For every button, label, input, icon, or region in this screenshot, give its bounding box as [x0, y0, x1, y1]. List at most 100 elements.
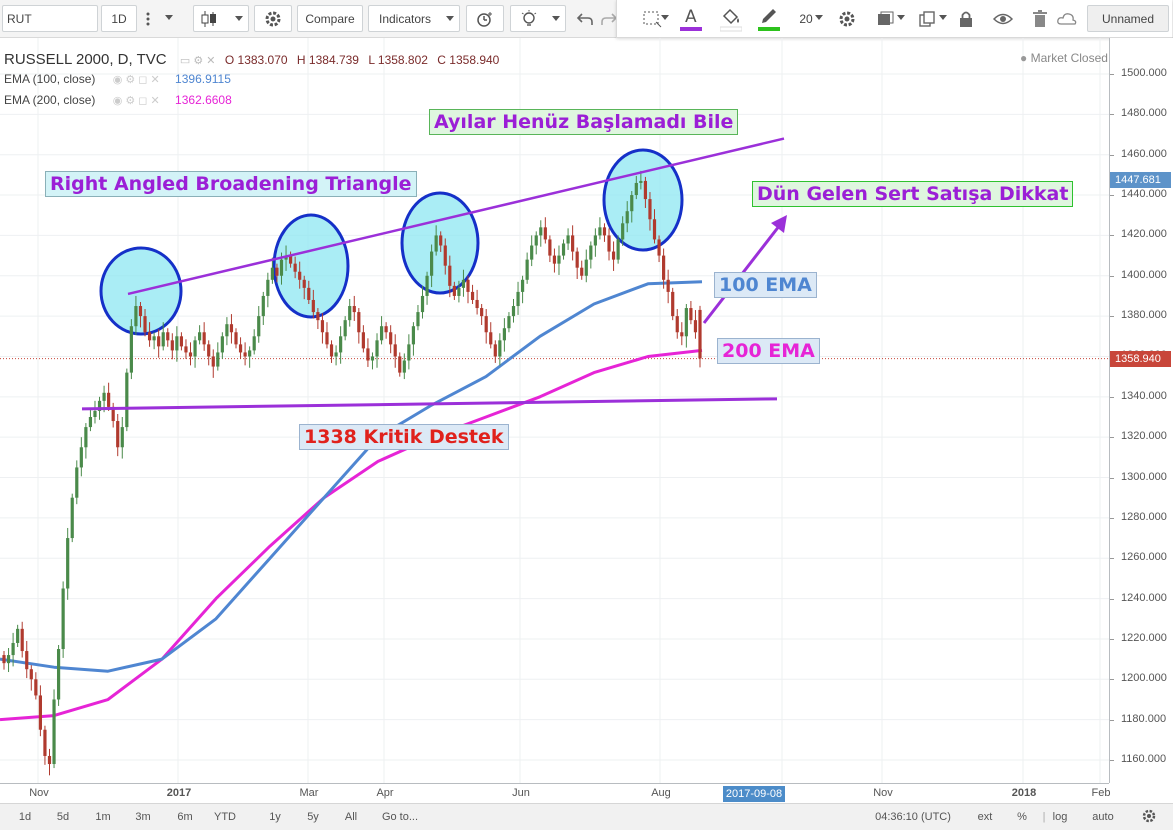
time-scale[interactable]: 2017-09-08 Nov 2017 Mar Apr Jun Aug Nov 2018 Feb [0, 783, 1110, 803]
interval-menu-button[interactable] [138, 5, 158, 32]
interval-label: 1D [111, 11, 127, 26]
time-tick: Apr [376, 787, 394, 799]
candle-body [657, 239, 661, 256]
range-button-3m[interactable]: 3m [128, 809, 158, 826]
candle-body [293, 263, 297, 272]
candle-body [261, 295, 265, 317]
delete-button[interactable] [1027, 5, 1053, 32]
ext-toggle[interactable]: ext [974, 809, 996, 826]
candle-body [152, 336, 156, 341]
line-color-button[interactable] [755, 5, 783, 32]
text-color-button[interactable]: A [677, 5, 705, 32]
candle-body [2, 655, 6, 664]
range-button-6m[interactable]: 6m [170, 809, 200, 826]
ema200-legend-controls[interactable]: ◉ ⚙ ◻ ✕ [113, 94, 160, 107]
compare-button[interactable]: Compare [297, 5, 363, 32]
price-scale[interactable]: 1500.000 1480.000 1460.000 1440.000 1420.000… [1109, 38, 1173, 783]
candle-body [439, 235, 443, 246]
candle-body [207, 344, 211, 357]
candle-body [29, 669, 33, 680]
goto-date-button[interactable]: Go to... [378, 809, 422, 826]
candle-body [557, 255, 561, 264]
price-tick: 1420.000 [1121, 228, 1167, 241]
annotation-warning[interactable]: Dün Gelen Sert Satışa Dikkat [752, 181, 1074, 207]
range-button-5d[interactable]: 5d [48, 809, 78, 826]
candle-body [138, 306, 143, 317]
candle-body [343, 320, 347, 337]
annotation-ema200[interactable]: 200 EMA [717, 338, 820, 364]
candle-body [229, 324, 234, 333]
settings-button[interactable] [254, 5, 292, 32]
range-button-1d[interactable]: 1d [10, 809, 40, 826]
interval-dropdown[interactable] [158, 5, 178, 32]
ema100-name: EMA (100, close) [4, 72, 96, 86]
annotation-ema100[interactable]: 100 EMA [714, 272, 817, 298]
annotation-support[interactable]: 1338 Kritik Destek [299, 424, 509, 450]
fill-color-button[interactable] [717, 5, 745, 32]
annotation-triangle[interactable]: Right Angled Broadening Triangle [45, 171, 417, 197]
candlesticks [2, 170, 702, 776]
annotation-title-top[interactable]: Ayılar Henüz Başlamadı Bile [429, 109, 739, 135]
candle-body [652, 219, 657, 240]
price-chart[interactable] [0, 38, 1109, 783]
log-toggle[interactable]: log [1050, 809, 1070, 826]
cursor-date-label: 2017-09-08 [723, 786, 785, 802]
drawing-toolbar: A 20 Unnamed [616, 0, 1172, 38]
legend-controls[interactable]: ▭ ⚙ ✕ [180, 54, 216, 67]
candle-body [498, 340, 502, 357]
line-width-label: 20 [799, 11, 813, 26]
indicators-button[interactable]: Indicators [368, 5, 460, 32]
range-button-1m[interactable]: 1m [88, 809, 118, 826]
candle-body [34, 679, 38, 696]
clock[interactable]: 04:36:10 (UTC) [872, 809, 954, 826]
candle-body [75, 467, 79, 498]
visual-order-button[interactable] [869, 5, 905, 32]
lightbulb-icon [521, 10, 537, 26]
select-area-button[interactable] [637, 5, 669, 32]
layout-name-button[interactable]: Unnamed [1087, 5, 1169, 32]
candle-body [47, 755, 52, 765]
price-tick-mark [1110, 679, 1114, 681]
candle-body [593, 235, 597, 246]
auto-toggle[interactable]: auto [1090, 809, 1116, 826]
range-button-1y[interactable]: 1y [260, 809, 290, 826]
time-tick: Aug [651, 787, 671, 799]
undo-button[interactable] [572, 5, 598, 32]
percent-toggle[interactable]: % [1015, 809, 1029, 826]
candle-body [161, 332, 165, 347]
clone-button[interactable] [911, 5, 947, 32]
range-button-all[interactable]: All [336, 809, 366, 826]
candle-body [607, 235, 611, 252]
price-tick-mark [1110, 558, 1114, 560]
symbol-search-input[interactable]: RUT [2, 5, 98, 32]
ema100-legend: EMA (100, close) ◉ ⚙ ◻ ✕ 1396.9115 [4, 72, 231, 86]
ema100-legend-controls[interactable]: ◉ ⚙ ◻ ✕ [113, 73, 160, 86]
price-tick: 1480.000 [1121, 107, 1167, 120]
candle-body [170, 340, 174, 351]
interval-button[interactable]: 1D [101, 5, 137, 32]
range-button-5y[interactable]: 5y [298, 809, 328, 826]
cloud-save-button[interactable] [1055, 5, 1079, 32]
price-tick-mark [1110, 598, 1114, 600]
scale-settings-button[interactable] [1140, 809, 1158, 826]
hide-button[interactable] [989, 5, 1017, 32]
bottom-toolbar: | 04:36:10 (UTC) ext % log auto 1d 5d 1m 3m… [0, 803, 1173, 830]
time-tick: Mar [299, 787, 319, 799]
candle-body [662, 255, 666, 280]
range-button-ytd[interactable]: YTD [210, 809, 240, 826]
candle-body [147, 332, 152, 341]
chart-style-button[interactable] [193, 5, 249, 32]
replay-button[interactable] [510, 5, 566, 32]
drawing-settings-button[interactable] [833, 5, 861, 32]
line-width-button[interactable]: 20 [789, 5, 823, 32]
candle-body [580, 267, 584, 276]
lock-button[interactable] [953, 5, 979, 32]
candle-body [334, 352, 338, 357]
candle-body [88, 417, 93, 428]
price-tick: 1400.000 [1121, 268, 1167, 281]
alert-button[interactable] [466, 5, 504, 32]
candle-body [625, 211, 629, 224]
price-tick: 1500.000 [1121, 67, 1167, 79]
candle-body [384, 326, 388, 333]
candle-body [461, 279, 466, 288]
